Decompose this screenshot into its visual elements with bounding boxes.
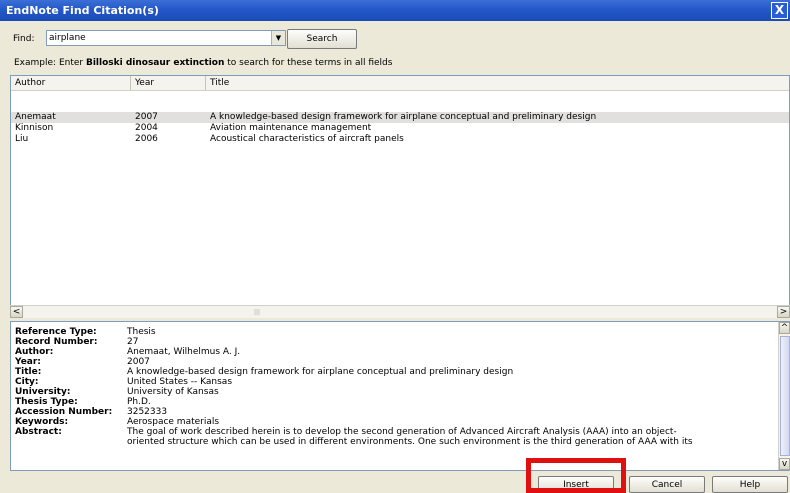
window-title: EndNote Find Citation(s) [6,4,159,17]
column-header-year[interactable]: Year [131,76,206,90]
detail-value: A knowledge-based design framework for a… [127,367,514,377]
search-button[interactable]: Search [287,29,357,49]
detail-label: Record Number: [15,337,98,347]
result-author: Liu [15,134,29,144]
chevron-down-icon: ▼ [275,34,282,42]
detail-value: University of Kansas [127,387,219,397]
result-title: A knowledge-based design framework for a… [210,112,597,122]
result-year: 2006 [135,134,158,144]
find-dropdown-button[interactable]: ▼ [271,31,285,45]
detail-label: Author: [15,347,54,357]
detail-label: Thesis Type: [15,397,78,407]
detail-value: The goal of work described herein is to … [127,427,677,437]
example-terms: Billoski dinosaur extinction [85,58,225,68]
cancel-button[interactable]: Cancel [629,476,705,493]
column-header-title[interactable]: Title [206,76,790,90]
result-row[interactable]: Anemaat 2007 A knowledge-based design fr… [11,112,789,123]
detail-value: 27 [127,337,139,347]
detail-label: Keywords: [15,417,69,427]
column-header-author[interactable]: Author [11,76,131,90]
scroll-grip-icon: ||| [254,309,261,316]
result-title: Aviation maintenance management [210,123,372,133]
example-suffix: to search for these terms in all fields [224,58,393,68]
detail-value: Anemaat, Wilhelmus A. J. [127,347,241,357]
results-horizontal-scrollbar[interactable]: < ||| > [10,305,790,318]
chevron-up-icon: ^ [780,323,789,333]
result-year: 2007 [135,112,158,122]
detail-label: University: [15,387,71,397]
scroll-right-button[interactable]: > [777,306,790,318]
detail-label: Title: [15,367,42,377]
scroll-down-button[interactable]: v [779,458,790,470]
insert-button[interactable]: Insert [538,476,614,493]
detail-value: Ph.D. [127,397,151,407]
detail-value: oriented structure which can be used in … [127,437,693,447]
result-author: Anemaat [15,112,56,122]
detail-label: Abstract: [15,427,62,437]
reference-details-panel[interactable]: Reference Type: Thesis Record Number: 27… [10,321,790,471]
close-button[interactable]: X [771,2,788,19]
detail-label: City: [15,377,39,387]
search-example-hint: Example: Enter Billoski dinosaur extinct… [14,58,392,68]
detail-value: Thesis [127,327,156,337]
details-vertical-scrollbar[interactable]: ^ v [778,322,790,470]
detail-value: Aerospace materials [127,417,220,427]
result-title: Acoustical characteristics of aircraft p… [210,134,404,144]
results-header: Author Year Title [11,76,789,91]
dialog-button-bar: Insert Cancel Help [0,474,790,493]
close-icon: X [774,3,785,17]
scroll-left-button[interactable]: < [10,306,23,318]
chevron-right-icon: > [779,307,788,317]
detail-value: United States -- Kansas [127,377,233,387]
help-button[interactable]: Help [712,476,788,493]
detail-value: 3252333 [127,407,168,417]
title-bar: EndNote Find Citation(s) X [0,0,790,21]
detail-value: 2007 [127,357,150,367]
scroll-thumb[interactable] [780,336,790,456]
detail-label: Reference Type: [15,327,97,337]
result-row[interactable]: Kinnison 2004 Aviation maintenance manag… [11,123,789,134]
scroll-up-button[interactable]: ^ [779,322,790,334]
results-list[interactable]: Author Year Title Anemaat 2007 A knowled… [10,75,790,317]
result-year: 2004 [135,123,158,133]
example-prefix: Example: Enter [14,58,86,68]
chevron-left-icon: < [12,307,21,317]
detail-label: Year: [15,357,41,367]
detail-label: Accession Number: [15,407,113,417]
chevron-down-icon: v [781,459,788,469]
result-author: Kinnison [15,123,54,133]
result-row[interactable]: Liu 2006 Acoustical characteristics of a… [11,134,789,145]
find-input[interactable] [49,32,267,44]
find-combobox[interactable]: ▼ [46,30,286,46]
